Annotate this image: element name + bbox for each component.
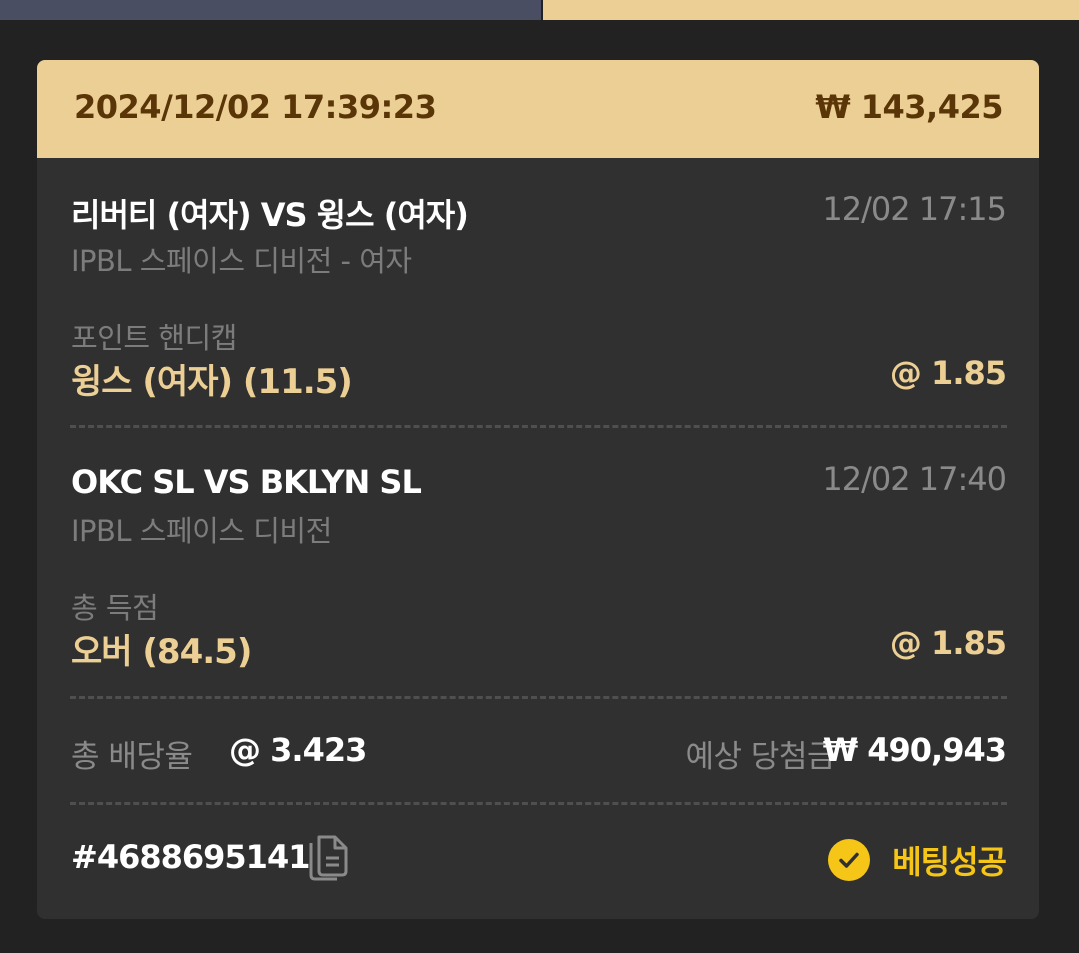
market-name: 포인트 핸디캡	[71, 321, 237, 355]
pick-odds: @ 1.85	[889, 354, 1007, 392]
bet-status-text: 베팅성공	[892, 843, 1007, 881]
divider	[70, 425, 1007, 428]
total-odds-value: @ 3.423	[229, 731, 367, 769]
match-start-time: 12/02 17:40	[822, 460, 1007, 498]
pick-name: 윙스 (여자) (11.5)	[71, 362, 353, 402]
tab-inactive[interactable]	[0, 0, 541, 20]
match-start-time: 12/02 17:15	[822, 190, 1007, 228]
match-title: OKC SL VS BKLYN SL	[71, 463, 422, 501]
league-name: IPBL 스페이스 디비전	[71, 514, 332, 548]
expected-win-label: 예상 당첨금	[685, 739, 836, 775]
divider	[70, 696, 1007, 699]
bet-status: 베팅성공	[828, 838, 1007, 882]
bet-slip-header: 2024/12/02 17:39:23 ₩ 143,425	[37, 60, 1039, 158]
pick-odds: @ 1.85	[889, 624, 1007, 662]
match-title: 리버티 (여자) VS 윙스 (여자)	[71, 196, 469, 234]
bet-placed-time: 2024/12/02 17:39:23	[74, 88, 437, 126]
bet-slip-card: 2024/12/02 17:39:23 ₩ 143,425 리버티 (여자) V…	[37, 60, 1039, 919]
market-name: 총 득점	[71, 591, 159, 625]
pick-name: 오버 (84.5)	[71, 632, 252, 672]
divider	[70, 802, 1007, 805]
ticket-id: #4688695141	[71, 838, 310, 876]
bet-amount: ₩ 143,425	[815, 88, 1003, 126]
copy-icon[interactable]	[303, 833, 351, 885]
total-odds-label: 총 배당율	[71, 739, 193, 775]
expected-win-value: ₩ 490,943	[822, 731, 1007, 769]
check-circle-icon	[828, 839, 871, 881]
tab-active[interactable]	[543, 0, 1079, 20]
league-name: IPBL 스페이스 디비전 - 여자	[71, 244, 412, 278]
